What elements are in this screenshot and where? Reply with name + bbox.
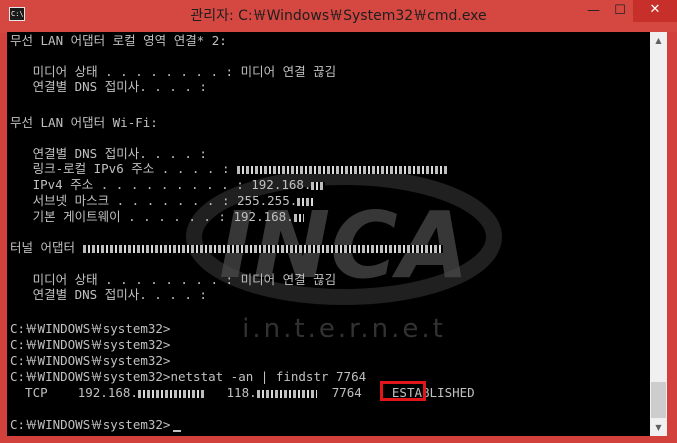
watermark-tagline: i.n.t.e.r.n.e.t — [242, 314, 446, 344]
prompt-line: C:￦WINDOWS￦system32> — [10, 321, 171, 336]
console-output[interactable]: INCA i.n.t.e.r.n.e.t 무선 LAN 어댑터 로컬 영역 연결… — [7, 32, 650, 436]
maximize-button[interactable]: ☐ — [607, 1, 633, 22]
command-line: C:￦WINDOWS￦system32>netstat -an | findst… — [10, 369, 367, 384]
console-line: 서브넷 마스크 . . . . . . . : 255.255. — [10, 193, 314, 208]
remote-port: 7764 — [331, 385, 362, 400]
redacted-ipv4 — [311, 181, 326, 190]
prompt-line: C:￦WINDOWS￦system32> — [10, 417, 171, 432]
window-frame-bottom — [0, 436, 677, 443]
console-line: 미디어 상태 . . . . . . . . : 미디어 연결 끊김 — [10, 64, 337, 79]
console-line: IPv4 주소 . . . . . . . . . : 192.168. — [10, 177, 326, 192]
redacted-tunnel-name — [82, 244, 443, 253]
scroll-up-arrow-icon[interactable]: ▲ — [650, 32, 667, 49]
redacted-remote-address — [256, 389, 317, 398]
title-bar[interactable]: C:\ 관리자: C:￦Windows￦System32￦cmd.exe — ☐… — [0, 0, 677, 33]
prompt-line: C:￦WINDOWS￦system32> — [10, 353, 171, 368]
console-line: 기본 게이트웨이 . . . . . . : 192.168. — [10, 209, 304, 224]
window-frame-right — [667, 32, 677, 443]
text-cursor — [173, 430, 181, 432]
cmd-window: C:\ 관리자: C:￦Windows￦System32￦cmd.exe — ☐… — [0, 0, 677, 443]
console-line: 연결별 DNS 접미사. . . . : — [10, 287, 207, 302]
console-line: 링크-로컬 IPv6 주소 . . . . : — [10, 161, 448, 176]
console-line: 무선 LAN 어댑터 Wi-Fi: — [10, 115, 158, 130]
remote-address: 118. — [226, 385, 257, 400]
port-highlight-box — [380, 381, 426, 401]
scrollbar-thumb[interactable] — [651, 382, 666, 418]
vertical-scrollbar[interactable]: ▲ ▼ — [650, 32, 667, 436]
redacted-subnet — [297, 197, 314, 206]
window-title: 관리자: C:￦Windows￦System32￦cmd.exe — [190, 8, 487, 24]
redacted-local-address — [137, 389, 204, 398]
console-line: 무선 LAN 어댑터 로컬 영역 연결* 2: — [10, 33, 227, 48]
redacted-gateway — [293, 213, 304, 222]
prompt-line: C:￦WINDOWS￦system32> — [10, 337, 171, 352]
minimize-button[interactable]: — — [580, 1, 607, 22]
console-line: 연결별 DNS 접미사. . . . : — [10, 146, 207, 161]
console-line: 연결별 DNS 접미사. . . . : — [10, 79, 207, 94]
console-line: 터널 어댑터 — [10, 240, 443, 255]
redacted-ipv6 — [237, 165, 448, 174]
console-line: 미디어 상태 . . . . . . . . : 미디어 연결 끊김 — [10, 272, 337, 287]
scroll-down-arrow-icon[interactable]: ▼ — [650, 419, 667, 436]
close-button[interactable]: ✕ — [633, 0, 677, 22]
